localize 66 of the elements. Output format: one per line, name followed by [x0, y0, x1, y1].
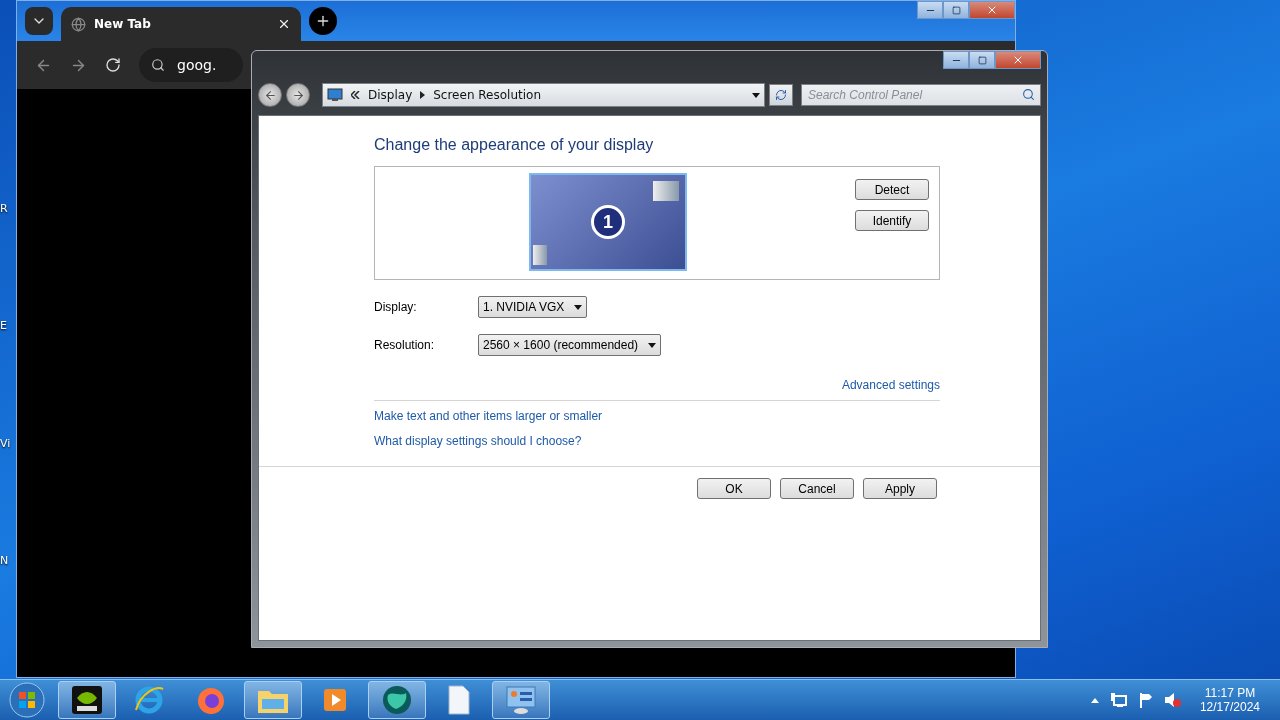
address-field[interactable]: goog.	[139, 48, 243, 82]
network-icon[interactable]	[1109, 692, 1128, 708]
blank-file-icon	[446, 684, 472, 716]
window-thumbnail	[653, 181, 679, 201]
detect-identify-button[interactable]: Identify	[855, 210, 929, 231]
show-hidden-icons-icon[interactable]	[1089, 696, 1100, 704]
help-link[interactable]: What display settings should I choose?	[374, 434, 940, 448]
speaker-muted-icon[interactable]	[1163, 692, 1182, 708]
search-field[interactable]: Search Control Panel	[801, 84, 1041, 106]
dropdown[interactable]: 1. NVIDIA VGX	[478, 296, 588, 318]
tab-search-button[interactable]	[25, 7, 53, 35]
flag-icon[interactable]	[1137, 692, 1154, 708]
maximize-icon	[951, 5, 961, 15]
search-icon	[151, 58, 165, 72]
tab-title: New Tab	[94, 17, 152, 31]
start-button[interactable]	[8, 681, 46, 719]
refresh-button[interactable]	[769, 84, 793, 106]
detect-identify-button[interactable]: Detect	[855, 179, 929, 200]
dialog-button[interactable]: OK	[697, 478, 771, 499]
maximize-button[interactable]	[969, 51, 995, 69]
letter-e-icon	[133, 684, 165, 716]
double-chevron-icon[interactable]	[351, 91, 360, 99]
globe-icon	[71, 16, 86, 32]
desktop-icon-label[interactable]: R	[0, 202, 16, 216]
forward-button[interactable]	[286, 83, 310, 107]
plus-icon	[315, 13, 331, 29]
advanced-settings-link[interactable]: Advanced settings	[841, 378, 940, 392]
field-label: Display:	[374, 300, 418, 314]
field-label: Resolution:	[374, 338, 436, 352]
help-link[interactable]: Make text and other items larger or smaller	[374, 409, 940, 423]
close-icon[interactable]	[277, 17, 291, 31]
settings-panel-icon	[504, 684, 538, 716]
back-arrow-icon	[263, 88, 277, 102]
globe-icon	[380, 683, 414, 717]
eye-logo-icon	[70, 684, 104, 716]
monitor-icon	[327, 88, 343, 102]
forward-arrow-icon	[291, 88, 305, 102]
breadcrumb-item[interactable]: Screen Resolution	[433, 88, 541, 102]
dropdown-arrow-icon	[752, 92, 760, 98]
dropdown-arrow-icon	[648, 342, 657, 348]
reload-icon[interactable]	[105, 57, 121, 73]
new-tab-button[interactable]	[309, 7, 337, 35]
clock[interactable]: 11:17 PM 12/17/2024	[1199, 686, 1260, 714]
dropdown-arrow-icon	[574, 304, 583, 310]
browser-tab[interactable]: New Tab	[61, 7, 301, 41]
taskbar-button[interactable]	[58, 681, 116, 719]
desktop-icon-label[interactable]: E	[0, 319, 16, 333]
dropdown[interactable]: 2560 × 1600 (recommended)	[478, 334, 662, 356]
close-icon	[986, 4, 998, 16]
dialog-button[interactable]: Cancel	[780, 478, 854, 499]
desktop-icon-label[interactable]: Vi	[0, 436, 16, 450]
refresh-icon	[775, 89, 787, 101]
close-icon	[1012, 54, 1024, 66]
monitor-number: 1	[591, 205, 625, 239]
separator-arrow-icon[interactable]	[420, 91, 426, 99]
page-heading: Change the appearance of your display	[374, 136, 655, 154]
address-bar[interactable]: Display Screen Resolution	[322, 83, 765, 107]
breadcrumb-item[interactable]: Display	[368, 88, 413, 102]
back-button[interactable]	[258, 83, 282, 107]
maximize-button[interactable]	[943, 1, 969, 19]
desktop-icon-label[interactable]: N	[0, 553, 16, 567]
monitor-tile[interactable]: 1	[529, 173, 687, 271]
dialog-button[interactable]: Apply	[863, 478, 937, 499]
search-icon[interactable]	[1022, 88, 1035, 101]
window-thumbnail	[533, 245, 547, 265]
maximize-icon	[977, 55, 987, 65]
